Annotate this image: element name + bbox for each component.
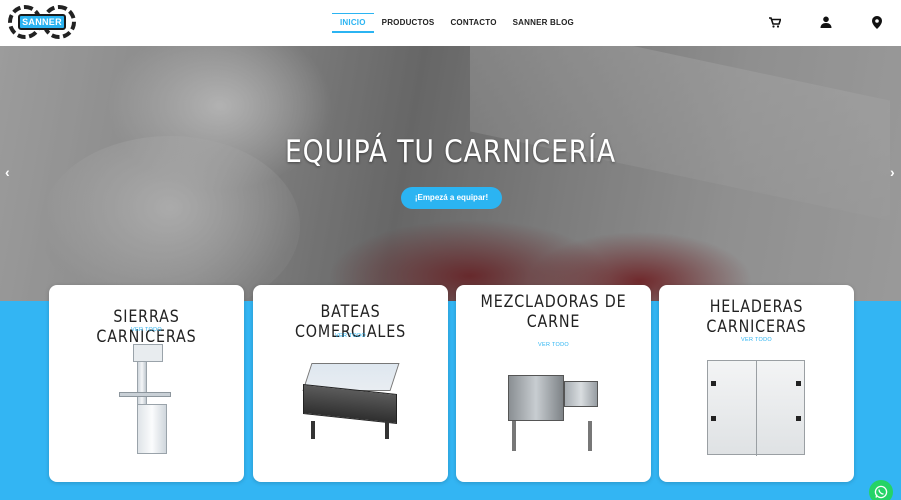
user-icon[interactable] — [817, 13, 835, 31]
cold-room-image — [707, 360, 805, 456]
slider-next-icon[interactable]: › — [890, 165, 895, 179]
category-card-heladeras[interactable]: HELADERAS CARNICERAS VER TODO — [659, 285, 854, 482]
category-card-mezcladoras[interactable]: MEZCLADORAS DE CARNE VER TODO — [456, 285, 651, 482]
nav-contacto[interactable]: CONTACTO — [442, 13, 504, 33]
page: SANNER INICIO PRODUCTOS CONTACTO SANNER … — [0, 0, 901, 500]
main-nav: INICIO PRODUCTOS CONTACTO SANNER BLOG — [332, 13, 582, 33]
hero-slider: EQUIPÁ TU CARNICERÍA ¡Empezá a equipar! … — [0, 46, 901, 301]
whatsapp-icon[interactable] — [869, 480, 893, 500]
category-title: HELADERAS CARNICERAS — [706, 297, 807, 337]
display-case-image — [301, 363, 401, 443]
hero-cta-button[interactable]: ¡Empezá a equipar! — [401, 187, 502, 209]
ver-todo-link[interactable]: VER TODO — [49, 327, 244, 333]
meat-mixer-image — [504, 375, 604, 455]
category-card-bateas[interactable]: BATEAS COMERCIALES VER TODO — [253, 285, 448, 482]
sanner-logo[interactable]: SANNER — [8, 5, 76, 39]
nav-productos[interactable]: PRODUCTOS — [374, 13, 443, 33]
meat-saw-image — [119, 342, 179, 457]
ver-todo-link[interactable]: VER TODO — [659, 337, 854, 343]
nav-sanner-blog[interactable]: SANNER BLOG — [505, 13, 582, 33]
hero-overlay — [0, 46, 901, 301]
category-title: MEZCLADORAS DE CARNE — [480, 292, 627, 332]
cart-icon[interactable] — [766, 13, 784, 31]
map-pin-icon[interactable] — [868, 13, 886, 31]
site-header: SANNER INICIO PRODUCTOS CONTACTO SANNER … — [0, 0, 901, 46]
ver-todo-link[interactable]: VER TODO — [253, 333, 448, 339]
category-card-sierras[interactable]: SIERRAS CARNICERAS VER TODO — [49, 285, 244, 482]
logo-text: SANNER — [18, 14, 66, 30]
nav-inicio[interactable]: INICIO — [332, 13, 374, 33]
ver-todo-link[interactable]: VER TODO — [456, 342, 651, 348]
slider-prev-icon[interactable]: ‹ — [5, 165, 10, 179]
hero-title: EQUIPÁ TU CARNICERÍA — [284, 134, 617, 170]
